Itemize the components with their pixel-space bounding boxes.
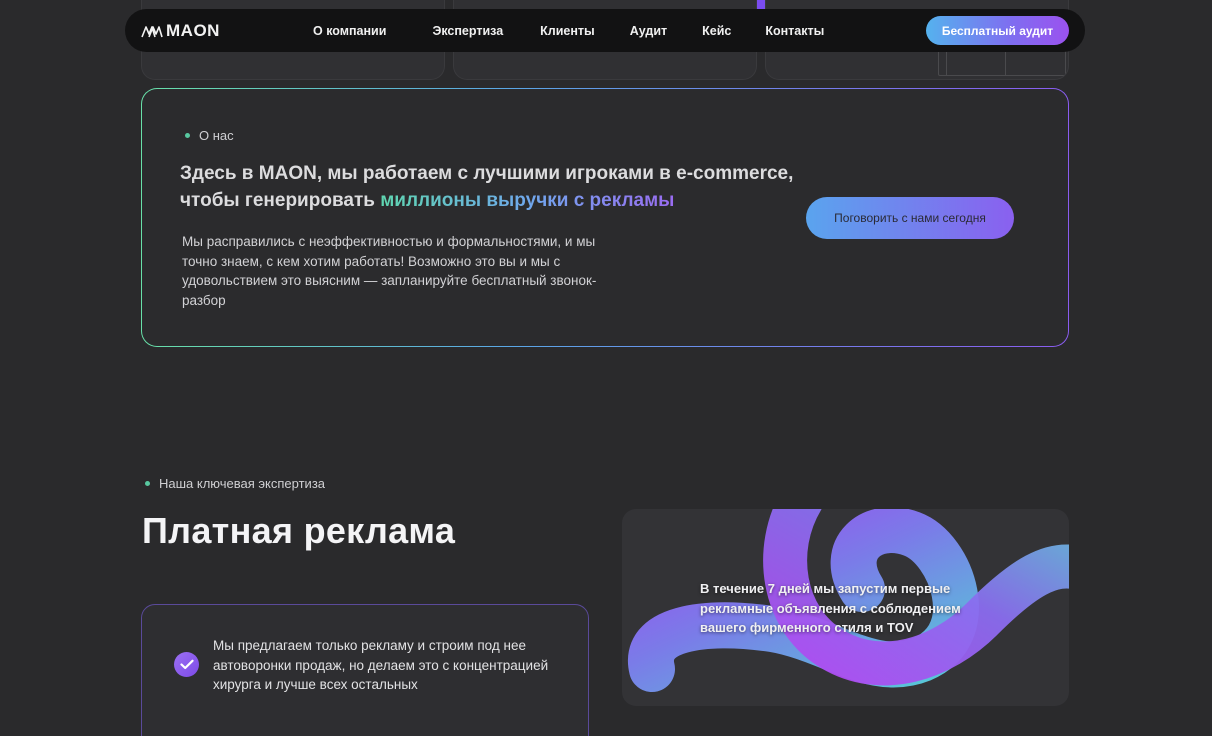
expertise-title: Платная реклама <box>142 510 456 551</box>
maon-logo-icon <box>141 25 163 37</box>
logo-text: MAON <box>166 20 220 40</box>
navbar: MAON О компании Экспертиза Клиенты Аудит… <box>125 9 1085 52</box>
feature-card: Мы предлагаем только рекламу и строим по… <box>141 604 589 736</box>
feature-text: Мы предлагаем только рекламу и строим по… <box>213 638 549 692</box>
expertise-label: Наша ключевая экспертиза <box>145 476 325 491</box>
logo[interactable]: MAON <box>141 21 301 41</box>
bullet-dot <box>185 133 190 138</box>
bullet-dot <box>145 481 150 486</box>
art-text: В течение 7 дней мы запустим первые рекл… <box>700 581 961 635</box>
free-audit-button[interactable]: Бесплатный аудит <box>926 16 1069 45</box>
art-card: В течение 7 дней мы запустим первые рекл… <box>622 509 1069 706</box>
expertise-label-text: Наша ключевая экспертиза <box>159 476 326 491</box>
nav-link-clients[interactable]: Клиенты <box>540 24 595 38</box>
nav-links: О компании Экспертиза Клиенты Аудит Кейс… <box>313 24 824 38</box>
about-label: О нас <box>185 128 234 143</box>
nav-link-case[interactable]: Кейс <box>702 24 731 38</box>
about-body: Мы расправились с неэффективностью и фор… <box>182 234 597 308</box>
card-sketch-lines <box>946 52 1006 76</box>
about-label-text: О нас <box>199 128 234 143</box>
nav-link-audit[interactable]: Аудит <box>630 24 667 38</box>
about-card: О нас Здесь в MAON, мы работаем с лучшим… <box>142 89 1068 346</box>
talk-to-us-button[interactable]: Поговорить с нами сегодня <box>806 197 1014 239</box>
about-title: Здесь в MAON, мы работаем с лучшими игро… <box>180 160 840 214</box>
nav-link-expertise[interactable]: Экспертиза <box>432 24 503 38</box>
page: MAON О компании Экспертиза Клиенты Аудит… <box>0 0 1212 736</box>
nav-link-contacts[interactable]: Контакты <box>765 24 824 38</box>
check-mark <box>179 659 194 670</box>
check-icon <box>174 652 199 677</box>
about-title-highlight: миллионы выручки с рекламы <box>380 190 675 211</box>
nav-link-about[interactable]: О компании <box>313 24 386 38</box>
about-section: О нас Здесь в MAON, мы работаем с лучшим… <box>141 88 1069 347</box>
